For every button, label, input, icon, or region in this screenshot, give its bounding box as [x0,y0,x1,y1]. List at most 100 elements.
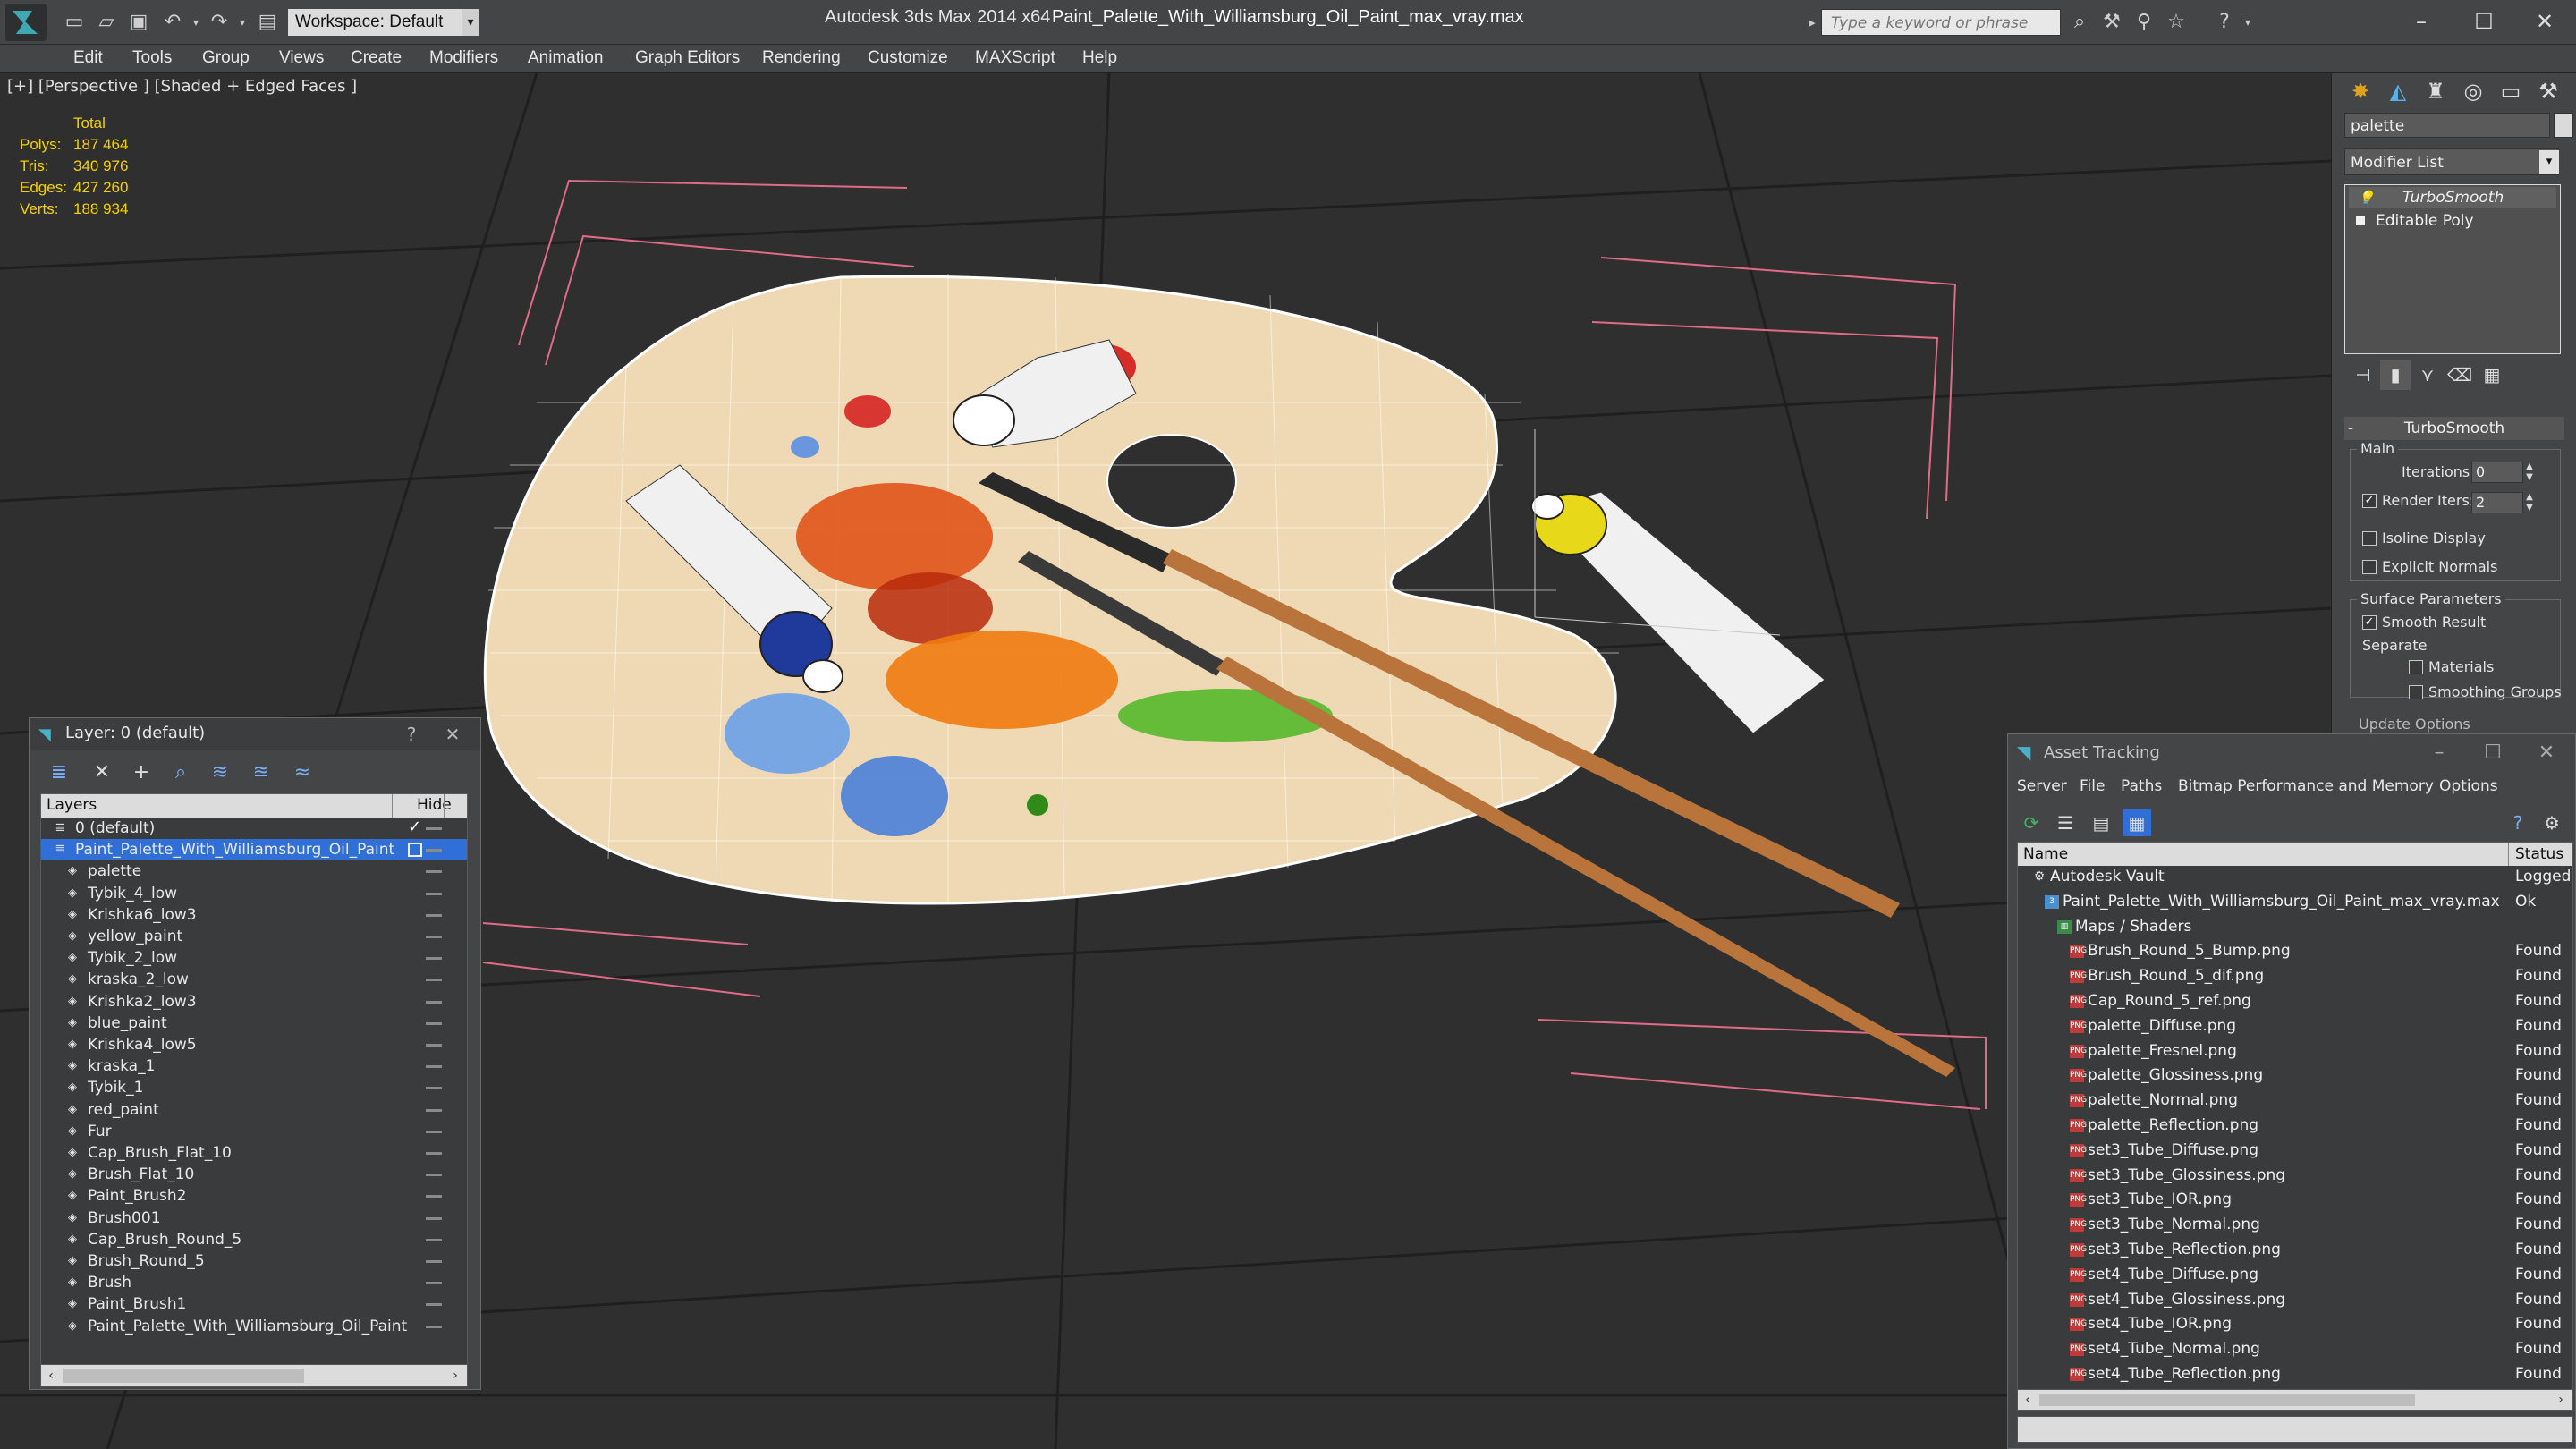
lightbulb-icon[interactable]: 💡 [2358,187,2375,208]
asset-menu-paths[interactable]: Paths [2121,777,2162,795]
add-to-layer-icon[interactable]: + [128,759,155,786]
hide-toggle[interactable] [426,1260,442,1263]
asset-row[interactable]: PNG palette_Diffuse.png Found [2018,1015,2572,1038]
layer-row[interactable]: ≣ 0 (default) ✓ [41,818,467,839]
search-input[interactable]: Type a keyword or phrase [1821,9,2061,36]
smooth-result-checkbox[interactable]: ✓ [2362,615,2377,630]
object-name-field[interactable]: palette [2344,113,2550,138]
hide-toggle[interactable] [426,1282,442,1285]
object-color-swatch[interactable] [2554,113,2573,138]
menu-help[interactable]: Help [1082,48,1117,68]
horizontal-scrollbar[interactable]: ‹ › [2017,1389,2573,1411]
object-row[interactable]: ◈ Brush [41,1272,467,1293]
asset-row[interactable]: PNG set3_Tube_Normal.png Found [2018,1214,2572,1237]
hide-toggle[interactable] [426,1174,442,1177]
menu-graph-editors[interactable]: Graph Editors [635,48,740,68]
make-unique-icon[interactable]: ⋎ [2412,360,2443,390]
asset-row[interactable]: PNG palette_Normal.png Found [2018,1089,2572,1113]
help-icon[interactable]: ? [2213,11,2236,34]
hide-toggle[interactable] [426,1044,442,1046]
show-end-result-icon[interactable]: ▮ [2380,360,2411,390]
create-layer-icon[interactable]: ≣ [46,759,72,786]
stack-item-editable-poly[interactable]: Editable Poly [2349,210,2556,232]
layer-row[interactable]: ≣ Paint_Palette_With_Williamsburg_Oil_Pai… [41,839,467,861]
render-iters-checkbox[interactable]: ✓ [2362,494,2377,508]
object-row[interactable]: ◈ Paint_Brush1 [41,1293,467,1315]
asset-path-field[interactable] [2017,1416,2573,1443]
delete-layer-icon[interactable]: ✕ [89,759,115,786]
object-row[interactable]: ◈ Tybik_1 [41,1077,467,1098]
hide-toggle[interactable] [426,849,442,852]
help-dropdown-icon[interactable]: ▾ [2236,11,2259,34]
menu-tools[interactable]: Tools [132,48,172,68]
current-layer-check-icon[interactable]: ✓ [408,818,421,836]
menu-group[interactable]: Group [202,48,250,68]
redo-dropdown-icon[interactable]: ▾ [231,11,254,34]
asset-menu-bitmap-performance[interactable]: Bitmap Performance and Memory [2178,777,2434,795]
close-window-button[interactable]: ✕ [2513,4,2576,39]
scrollbar-thumb[interactable] [63,1368,304,1383]
object-row[interactable]: ◈ Paint_Brush2 [41,1185,467,1207]
asset-row[interactable]: PNG set3_Tube_Diffuse.png Found [2018,1140,2572,1163]
thumbnail-view-icon[interactable]: ▤ [2087,809,2115,836]
help-icon[interactable]: ? [2504,809,2532,836]
asset-row[interactable]: 3 Paint_Palette_With_Williamsburg_Oil_Pai… [2018,891,2572,914]
chevron-right-icon[interactable]: ▸ [1803,9,1821,36]
maximize-window-button[interactable]: ☐ [2453,4,2515,39]
asset-row[interactable]: PNG set4_Tube_Reflection.png Found [2018,1363,2572,1386]
asset-row[interactable]: PNG set4_Tube_IOR.png Found [2018,1313,2572,1336]
menu-animation[interactable]: Animation [528,48,604,68]
hide-toggle[interactable] [426,1021,442,1025]
menu-edit[interactable]: Edit [73,48,103,68]
object-row[interactable]: ◈ Krishka6_low3 [41,904,467,926]
pin-stack-icon[interactable]: ⊣ [2348,360,2378,390]
menu-create[interactable]: Create [351,48,402,68]
explicit-normals-checkbox[interactable] [2362,560,2377,574]
scrollbar-thumb[interactable] [2039,1394,2415,1406]
scroll-left-icon[interactable]: ‹ [2020,1392,2036,1408]
motion-tab-icon[interactable]: ◎ [2455,73,2491,109]
utilities-tab-icon[interactable]: ⚒ [2530,73,2566,109]
asset-row[interactable]: ⚙ Autodesk Vault Logged O [2018,866,2572,889]
object-row[interactable]: ◈ yellow_paint [41,926,467,947]
object-row[interactable]: ◈ Cap_Brush_Flat_10 [41,1142,467,1164]
column-header-hide[interactable]: Hide [417,796,452,814]
spinner-arrows-icon[interactable]: ▲ ▼ [2523,462,2536,483]
asset-row[interactable]: PNG set4_Tube_Normal.png Found [2018,1338,2572,1361]
object-row[interactable]: ◈ red_paint [41,1099,467,1121]
collapse-icon[interactable]: - [2348,417,2353,440]
object-row[interactable]: ◈ Krishka2_low3 [41,991,467,1013]
app-logo-icon[interactable] [5,4,47,41]
menu-rendering[interactable]: Rendering [762,48,841,68]
undo-dropdown-icon[interactable]: ▾ [184,11,208,34]
hide-toggle[interactable] [426,827,442,830]
object-row[interactable]: ◈ Cap_Brush_Round_5 [41,1229,467,1250]
object-row[interactable]: ◈ Brush_Flat_10 [41,1164,467,1185]
column-header-status[interactable]: Status [2515,845,2563,863]
favorites-star-icon[interactable]: ☆ [2165,11,2188,34]
render-iters-spinner[interactable]: 2 [2471,492,2523,513]
asset-row[interactable]: ▥ Maps / Shaders [2018,916,2572,939]
asset-row[interactable]: PNG Brush_Round_5_Bump.png Found [2018,940,2572,963]
asset-row[interactable]: PNG set4_Tube_Diffuse.png Found [2018,1264,2572,1287]
asset-menu-options[interactable]: Options [2439,777,2498,795]
scroll-right-icon[interactable]: › [447,1368,463,1384]
object-row[interactable]: ◈ palette [41,860,467,882]
create-tab-icon[interactable]: ✸ [2343,73,2378,109]
undo-icon[interactable]: ↶ [161,11,184,34]
hide-toggle[interactable] [426,1152,442,1155]
binoculars-icon[interactable]: ⌕ [2068,11,2091,34]
minimize-window-button[interactable]: – [2390,4,2453,39]
chevron-down-icon[interactable]: ▾ [462,9,479,36]
project-folder-icon[interactable]: ▤ [256,11,279,34]
new-file-icon[interactable]: ▭ [63,11,86,34]
object-row[interactable]: ◈ kraska_1 [41,1055,467,1077]
open-file-icon[interactable]: ▱ [95,11,118,34]
hide-toggle[interactable] [426,1065,442,1069]
subscription-icon[interactable]: ⚒ [2100,11,2123,34]
menu-views[interactable]: Views [279,48,324,68]
asset-row[interactable]: PNG set3_Tube_Reflection.png Found [2018,1239,2572,1262]
minimize-panel-button[interactable]: – [2412,740,2466,767]
redo-icon[interactable]: ↷ [208,11,231,34]
configure-modifier-sets-icon[interactable]: ▦ [2477,360,2507,390]
